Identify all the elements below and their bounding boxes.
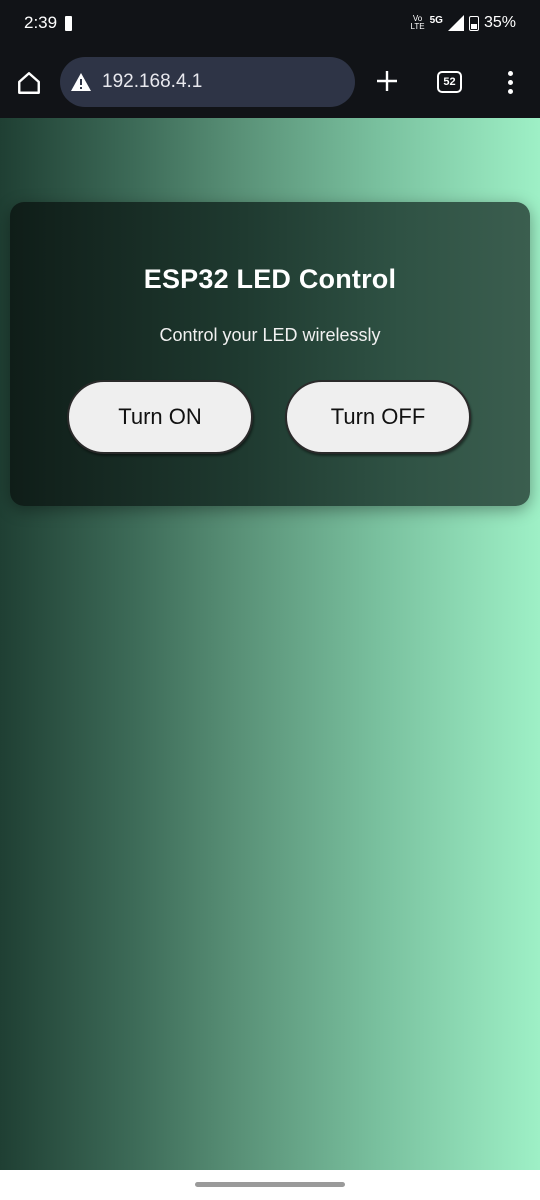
menu-dot <box>507 79 513 85</box>
turn-off-button[interactable]: Turn OFF <box>285 380 471 454</box>
menu-dot <box>507 88 513 94</box>
address-bar[interactable]: 192.168.4.1 <box>60 57 355 107</box>
plus-icon <box>377 71 397 91</box>
led-control-card: ESP32 LED Control Control your LED wirel… <box>10 202 530 506</box>
status-bar: 2:39 Vo LTE 5G 35% <box>0 0 540 46</box>
new-tab-button[interactable] <box>372 66 402 96</box>
gesture-nav-bar <box>0 1170 540 1200</box>
page-content: ESP32 LED Control Control your LED wirel… <box>0 118 540 1170</box>
battery-icon <box>468 15 479 31</box>
battery-percent: 35% <box>483 14 516 31</box>
notification-icon <box>65 15 73 31</box>
turn-on-button[interactable]: Turn ON <box>67 380 253 454</box>
volte-indicator: Vo LTE <box>411 15 425 31</box>
network-type: 5G <box>429 14 443 26</box>
tab-switcher-button[interactable]: 52 <box>437 71 462 93</box>
menu-dot <box>507 70 513 76</box>
status-time: 2:39 <box>24 13 58 32</box>
browser-toolbar: 192.168.4.1 52 <box>0 46 540 118</box>
warning-triangle-icon[interactable] <box>70 72 92 92</box>
home-button[interactable] <box>14 68 44 98</box>
page-subtitle: Control your LED wirelessly <box>159 325 381 345</box>
url-text[interactable]: 192.168.4.1 <box>102 71 202 93</box>
home-gesture-handle[interactable] <box>195 1182 345 1187</box>
more-vert-icon[interactable] <box>498 66 522 98</box>
signal-icon <box>447 15 464 31</box>
tab-count: 52 <box>443 76 456 88</box>
status-left: 2:39 <box>24 13 73 33</box>
page-title: ESP32 LED Control <box>143 264 397 294</box>
volte-label-bottom: LTE <box>410 22 425 31</box>
status-right: Vo LTE 5G 35% <box>411 14 516 32</box>
home-icon <box>18 72 40 94</box>
